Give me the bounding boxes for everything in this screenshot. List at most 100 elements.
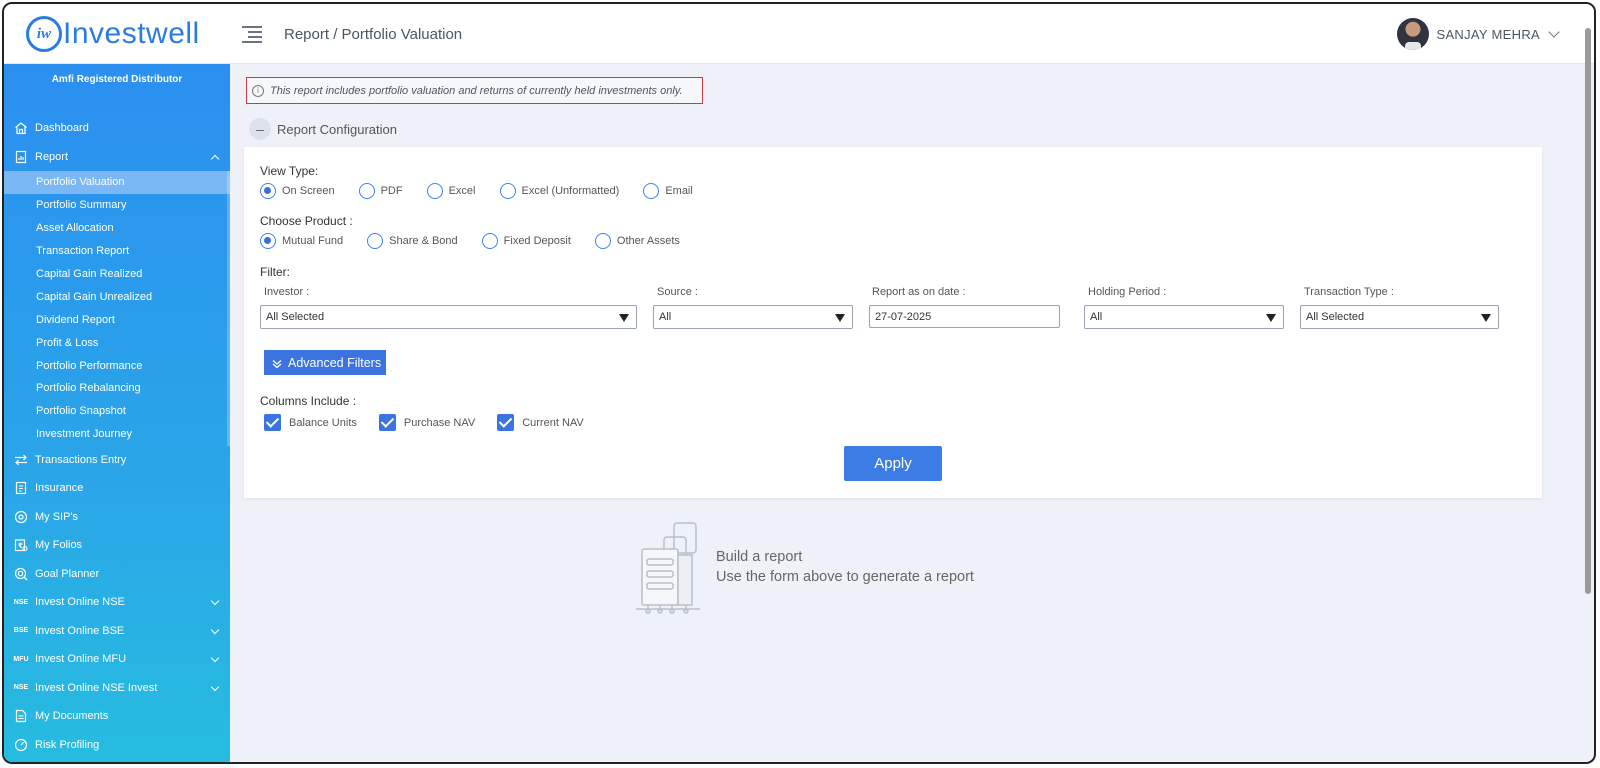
user-menu[interactable]: SANJAY MEHRA (1397, 18, 1560, 50)
radio-excel[interactable]: Excel (426, 183, 476, 199)
sidebar-subitem-portfolio-performance[interactable]: Portfolio Performance (4, 354, 230, 377)
transaction-type-select[interactable]: All Selected (1300, 305, 1499, 329)
radio-email[interactable]: Email (643, 183, 693, 199)
sidebar-subitem-capital-gain-realized[interactable]: Capital Gain Realized (4, 263, 230, 286)
sidebar-item-my-documents[interactable]: My Documents (4, 702, 230, 731)
report-configuration-toggle[interactable]: – Report Configuration (249, 118, 397, 140)
investwell-logo[interactable]: iw Investwell (26, 16, 200, 52)
chevron-down-icon (210, 682, 220, 691)
apply-button[interactable]: Apply (844, 446, 942, 481)
sidebar-item-my-folios[interactable]: ₹ My Folios (4, 531, 230, 560)
sidebar-item-label: Goal Planner (35, 567, 100, 580)
bse-icon: BSE (13, 627, 29, 635)
transfer-icon (14, 453, 28, 467)
select-value: All Selected (1306, 311, 1365, 323)
sidebar-item-label: Transactions Entry (35, 453, 127, 466)
radio-fixed-deposit[interactable]: Fixed Deposit (481, 233, 571, 249)
home-icon (14, 121, 28, 135)
sidebar-nav: Dashboard Report Portfolio Valuation Por… (4, 114, 230, 759)
sidebar-item-report[interactable]: Report (4, 143, 230, 172)
sidebar-item-insurance[interactable]: Insurance (4, 474, 230, 503)
sidebar-subitem-investment-journey[interactable]: Investment Journey (4, 423, 230, 446)
report-builder-illustration (636, 522, 700, 614)
sidebar-item-label: Invest Online NSE (35, 596, 125, 609)
radio-indicator (367, 233, 384, 249)
radio-mutual-fund[interactable]: Mutual Fund (260, 233, 343, 249)
sidebar-item-invest-online-nse-invest[interactable]: NSE Invest Online NSE Invest (4, 674, 230, 703)
report-submenu: Portfolio Valuation Portfolio Summary As… (4, 171, 230, 446)
sidebar-item-invest-online-nse[interactable]: NSE Invest Online NSE (4, 588, 230, 617)
sidebar-item-dashboard[interactable]: Dashboard (4, 114, 230, 143)
sidebar-subitem-portfolio-snapshot[interactable]: Portfolio Snapshot (4, 400, 230, 423)
chevron-down-icon (210, 625, 220, 634)
sidebar-item-my-sips[interactable]: My SIP's (4, 503, 230, 532)
sidebar-item-label: My Documents (35, 710, 109, 723)
sidebar-item-risk-profiling[interactable]: Risk Profiling (4, 731, 230, 760)
checkbox-box (497, 414, 515, 431)
sidebar-subitem-transaction-report[interactable]: Transaction Report (4, 240, 230, 263)
sidebar-subitem-portfolio-summary[interactable]: Portfolio Summary (4, 194, 230, 217)
empty-state: Build a report Use the form above to gen… (634, 519, 974, 615)
radio-indicator (499, 183, 516, 199)
dropdown-arrow-icon (835, 314, 845, 322)
dropdown-arrow-icon (1481, 314, 1491, 322)
radio-excel-unformatted[interactable]: Excel (Unformatted) (499, 183, 619, 199)
checkbox-balance-units[interactable]: Balance Units (264, 414, 357, 431)
sip-icon (14, 510, 28, 524)
sidebar-subitem-profit-loss[interactable]: Profit & Loss (4, 331, 230, 354)
source-select[interactable]: All (653, 305, 853, 329)
report-date-input[interactable]: 27-07-2025 (869, 305, 1060, 328)
sidebar-subitem-portfolio-valuation[interactable]: Portfolio Valuation (4, 171, 230, 194)
checkbox-purchase-nav[interactable]: Purchase NAV (378, 414, 475, 431)
report-date-label: Report as on date : (872, 286, 966, 298)
sidebar-subitem-dividend-report[interactable]: Dividend Report (4, 308, 230, 331)
radio-on-screen[interactable]: On Screen (260, 183, 335, 199)
radio-indicator (260, 233, 276, 249)
sidebar-subitem-portfolio-rebalancing[interactable]: Portfolio Rebalancing (4, 377, 230, 400)
sidebar-item-label: My SIP's (35, 510, 79, 523)
menu-toggle-icon[interactable] (242, 26, 262, 44)
scrollbar-thumb[interactable] (1585, 28, 1591, 594)
chevron-up-icon (210, 154, 220, 163)
sidebar-subitem-capital-gain-unrealized[interactable]: Capital Gain Unrealized (4, 285, 230, 308)
advanced-filters-button[interactable]: Advanced Filters (264, 350, 386, 375)
advanced-filters-label: Advanced Filters (288, 355, 382, 370)
notice-text: This report includes portfolio valuation… (270, 84, 683, 97)
folio-icon: ₹ (14, 538, 28, 552)
radio-pdf[interactable]: PDF (358, 183, 403, 199)
radio-share-bond[interactable]: Share & Bond (367, 233, 458, 249)
chevron-down-icon (210, 653, 220, 663)
chevron-down-icon (210, 596, 220, 606)
investor-select[interactable]: All Selected (260, 305, 637, 329)
radio-other-assets[interactable]: Other Assets (594, 233, 680, 249)
dropdown-arrow-icon (1266, 314, 1276, 322)
page-scrollbar[interactable] (1584, 18, 1592, 758)
sidebar-item-invest-online-bse[interactable]: BSE Invest Online BSE (4, 617, 230, 646)
sidebar-item-label: Risk Profiling (35, 738, 100, 751)
radio-indicator (481, 233, 498, 249)
sidebar-item-goal-planner[interactable]: Goal Planner (4, 560, 230, 589)
select-value: All (659, 311, 672, 323)
mfu-icon: MFU (13, 655, 29, 663)
holding-period-select[interactable]: All (1084, 305, 1284, 329)
view-type-label: View Type: (260, 164, 319, 178)
empty-state-title: Build a report (716, 549, 803, 565)
sidebar-subitem-asset-allocation[interactable]: Asset Allocation (4, 217, 230, 240)
sidebar-item-invest-online-mfu[interactable]: MFU Invest Online MFU (4, 645, 230, 674)
select-value: All Selected (266, 311, 325, 323)
columns-options: Balance Units Purchase NAV Current NAV (264, 414, 604, 431)
sidebar-item-label: Invest Online MFU (35, 653, 127, 666)
report-configuration-title: Report Configuration (277, 121, 397, 137)
checkbox-current-nav[interactable]: Current NAV (497, 414, 584, 431)
logo-text: Investwell (63, 17, 200, 50)
collapse-icon: – (249, 118, 271, 140)
sidebar-item-transactions-entry[interactable]: Transactions Entry (4, 446, 230, 475)
empty-state-text: Build a report Use the form above to gen… (716, 547, 974, 587)
holding-period-label: Holding Period : (1088, 286, 1167, 298)
product-options: Mutual Fund Share & Bond Fixed Deposit O… (260, 233, 704, 249)
radio-label: Share & Bond (389, 235, 458, 247)
target-icon (14, 567, 28, 581)
user-name: SANJAY MEHRA (1436, 26, 1540, 42)
checkbox-box (378, 414, 396, 431)
sidebar-item-label: Invest Online NSE Invest (35, 681, 158, 694)
